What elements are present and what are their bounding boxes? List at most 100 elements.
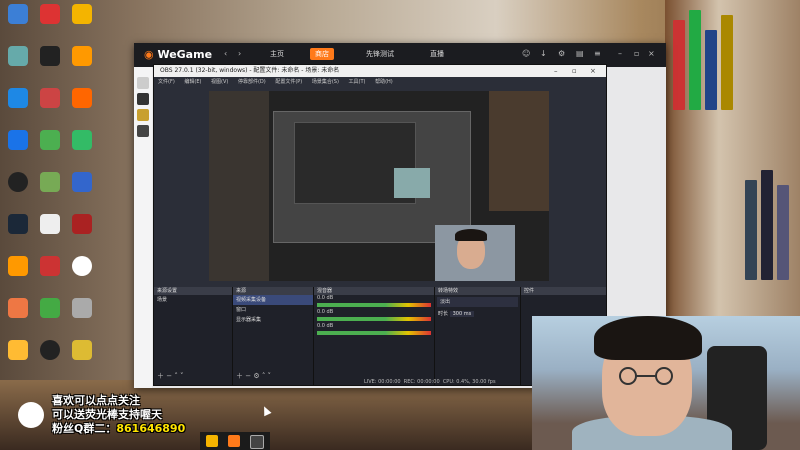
duration-input[interactable]: 300 ms xyxy=(449,311,475,317)
sidebar-game-icon[interactable] xyxy=(137,93,149,105)
menu-icon[interactable]: ≡ xyxy=(594,49,601,58)
obs-menubar: 文件(F) 编辑(E) 视图(V) 停靠部件(D) 配置文件(P) 场景集合(S… xyxy=(154,77,606,88)
chat-line: 粉丝Q群二：861646890 xyxy=(18,422,218,436)
minimize-icon[interactable]: – xyxy=(618,49,622,58)
taskbar-strip xyxy=(200,432,270,450)
recursive-obs-preview xyxy=(273,111,471,243)
menu-tools[interactable]: 工具(T) xyxy=(349,79,366,85)
desktop-icon-grid xyxy=(0,0,100,420)
restore-icon[interactable]: ▫ xyxy=(634,49,639,58)
desktop-icon[interactable] xyxy=(2,88,34,108)
back-arrow-icon[interactable]: ‹ xyxy=(224,49,227,58)
glasses-icon xyxy=(619,367,673,385)
desktop-icon[interactable] xyxy=(66,298,98,318)
message-icon[interactable]: ☺ xyxy=(522,49,530,58)
desktop-icon[interactable] xyxy=(2,340,34,360)
desktop-icon[interactable] xyxy=(34,4,66,24)
minimize-icon[interactable]: – xyxy=(554,65,558,77)
tab-home[interactable]: 主页 xyxy=(270,49,284,59)
scene-item[interactable]: 场景 xyxy=(154,295,232,305)
desktop-icon[interactable] xyxy=(34,88,66,108)
chat-line: 可以送荧光棒支持喔天 xyxy=(52,408,162,421)
desktop-icon[interactable] xyxy=(34,340,66,360)
menu-profile[interactable]: 配置文件(P) xyxy=(275,79,302,85)
desktop-icon[interactable] xyxy=(66,214,98,234)
fan-group-number: 861646890 xyxy=(116,422,186,435)
transitions-panel: 转场特效 淡出 时长 300 ms xyxy=(435,287,521,385)
desktop-icon[interactable] xyxy=(34,298,66,318)
streamer-avatar xyxy=(18,402,44,428)
folder-icon[interactable] xyxy=(206,435,218,447)
duration-label: 时长 xyxy=(438,311,449,317)
desktop-icon[interactable] xyxy=(66,256,98,276)
desktop-icon[interactable] xyxy=(2,256,34,276)
mixer-db: 0.0 dB xyxy=(317,309,334,315)
desktop-icon[interactable] xyxy=(2,130,34,150)
desktop-icon[interactable] xyxy=(66,172,98,192)
close-icon[interactable]: × xyxy=(648,49,655,58)
cpu-status: CPU: 0.4%, 30.00 fps xyxy=(442,379,496,385)
desktop-icon[interactable] xyxy=(34,214,66,234)
obs-title: OBS 27.0.1 (32-bit, windows) - 配置文件: 未命名… xyxy=(160,67,340,74)
desktop-icon[interactable] xyxy=(34,130,66,150)
source-controls[interactable]: ＋ − ⚙ ˄ ˅ xyxy=(236,371,271,381)
live-status: LIVE: 00:00:00 xyxy=(364,379,401,385)
desktop-icon[interactable] xyxy=(34,256,66,276)
desktop-icon[interactable] xyxy=(66,130,98,150)
desktop-icon[interactable] xyxy=(2,4,34,24)
transition-select[interactable]: 淡出 xyxy=(437,297,518,307)
sources-panel: 来源 视频采集设备 窗口 显示器采集 ＋ − ⚙ ˄ ˅ xyxy=(233,287,314,385)
desktop-icon[interactable] xyxy=(34,46,66,66)
menu-scene-collection[interactable]: 场景集合(S) xyxy=(312,79,339,85)
source-item[interactable]: 显示器采集 xyxy=(233,315,313,325)
mixer-header: 混音器 xyxy=(314,287,434,295)
desktop-icon[interactable] xyxy=(2,298,34,318)
desktop-icon[interactable] xyxy=(66,340,98,360)
desktop-icon[interactable] xyxy=(66,4,98,24)
source-item[interactable]: 窗口 xyxy=(233,305,313,315)
wegame-sidebar xyxy=(134,67,152,388)
settings-icon[interactable]: ⚙ xyxy=(558,49,565,58)
obs-titlebar: OBS 27.0.1 (32-bit, windows) - 配置文件: 未命名… xyxy=(154,65,606,77)
menu-docks[interactable]: 停靠部件(D) xyxy=(238,79,266,85)
obs-preview[interactable] xyxy=(209,91,549,281)
wegame-taskbar-icon[interactable] xyxy=(228,435,240,447)
sidebar-game-icon[interactable] xyxy=(137,109,149,121)
status-bar: LIVE: 00:00:00 REC: 00:00:00 CPU: 0.4%, … xyxy=(364,379,496,385)
shirt-icon[interactable]: ▤ xyxy=(576,49,584,58)
menu-help[interactable]: 帮助(H) xyxy=(375,79,393,85)
tab-pioneer-test[interactable]: 先锋测试 xyxy=(366,49,394,59)
scene-controls[interactable]: ＋ − ˄ ˅ xyxy=(157,371,184,381)
bookshelf-background xyxy=(665,0,800,330)
controls-header: 控件 xyxy=(521,287,606,295)
desktop-icon[interactable] xyxy=(34,172,66,192)
source-item[interactable]: 视频采集设备 xyxy=(233,295,313,305)
menu-file[interactable]: 文件(F) xyxy=(158,79,175,85)
desktop-icon[interactable] xyxy=(66,88,98,108)
obs-taskbar-icon[interactable] xyxy=(250,435,264,449)
close-icon[interactable]: × xyxy=(590,65,596,77)
sidebar-game-icon[interactable] xyxy=(137,125,149,137)
wegame-logo: ◉ WeGame xyxy=(144,48,213,61)
desktop-icon[interactable] xyxy=(2,46,34,66)
mixer-track-meter[interactable] xyxy=(317,303,431,307)
tab-live[interactable]: 直播 xyxy=(430,49,444,59)
forward-arrow-icon[interactable]: › xyxy=(238,49,241,58)
maximize-icon[interactable]: ▫ xyxy=(572,65,577,77)
tab-store[interactable]: 商店 xyxy=(310,48,334,60)
desktop-icon[interactable] xyxy=(2,172,34,192)
preview-webcam xyxy=(435,225,515,281)
mixer-track-meter[interactable] xyxy=(317,331,431,335)
sidebar-item[interactable] xyxy=(137,77,149,89)
rec-status: REC: 00:00:00 xyxy=(403,379,440,385)
preview-bookshelf xyxy=(489,91,549,211)
mixer-track-meter[interactable] xyxy=(317,317,431,321)
download-icon[interactable]: ↓ xyxy=(540,49,547,58)
menu-view[interactable]: 视图(V) xyxy=(211,79,228,85)
scenes-header: 来源设置 xyxy=(154,287,232,295)
audio-mixer-panel: 混音器 0.0 dB 0.0 dB 0.0 dB xyxy=(314,287,435,385)
desktop-icon[interactable] xyxy=(2,214,34,234)
menu-edit[interactable]: 编辑(E) xyxy=(184,79,201,85)
desktop-icon[interactable] xyxy=(66,46,98,66)
person-hair xyxy=(594,316,702,360)
